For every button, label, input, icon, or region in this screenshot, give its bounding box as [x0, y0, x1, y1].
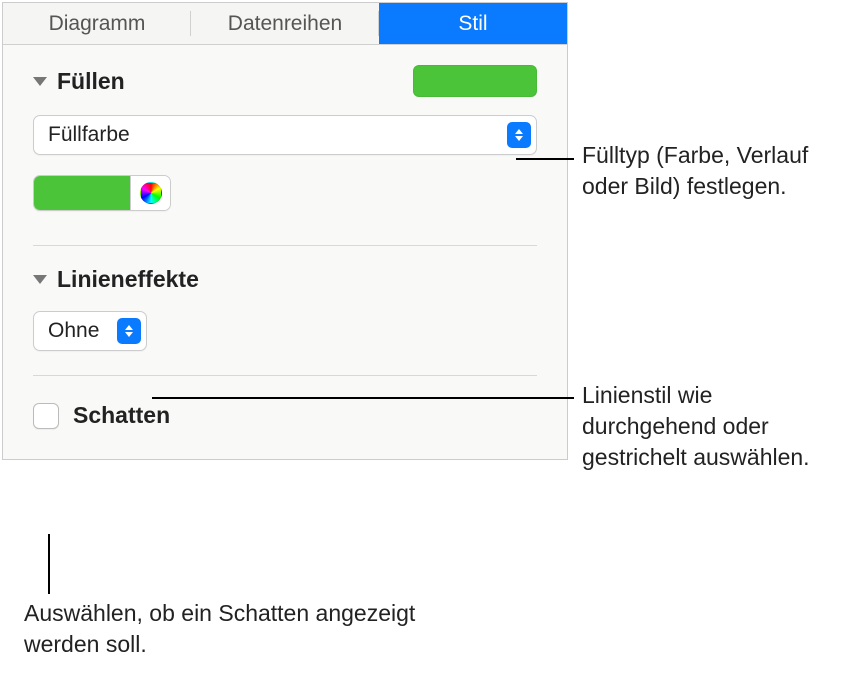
tab-diagram-label: Diagramm [49, 12, 146, 36]
fill-color-well-main[interactable] [34, 176, 130, 210]
chevron-down-icon[interactable] [33, 77, 47, 86]
fill-type-select-label: Füllfarbe [48, 123, 130, 147]
line-style-select-label: Ohne [48, 319, 99, 343]
tab-style-label: Stil [458, 12, 487, 36]
fill-type-annotation: Fülltyp (Farbe, Verlauf oder Bild) festl… [582, 140, 822, 202]
fill-color-well [33, 175, 171, 211]
line-style-select[interactable]: Ohne [33, 311, 147, 351]
line-effects-title: Linieneffekte [57, 266, 199, 293]
shadow-row: Schatten [3, 376, 567, 459]
fill-color-picker-button[interactable] [130, 176, 170, 210]
fill-section: Füllen Füllfarbe [3, 45, 567, 231]
fill-header-left: Füllen [33, 68, 125, 95]
tab-diagram[interactable]: Diagramm [3, 3, 191, 44]
chevron-down-icon[interactable] [33, 275, 47, 284]
shadow-label: Schatten [73, 402, 170, 429]
color-wheel-icon [140, 182, 162, 204]
line-effects-header-left: Linieneffekte [33, 266, 199, 293]
callout-line-vertical [48, 534, 50, 594]
tab-bar: Diagramm Datenreihen Stil [3, 3, 567, 45]
callout-line [516, 158, 574, 160]
line-effects-header: Linieneffekte [33, 266, 537, 293]
fill-section-header: Füllen [33, 65, 537, 97]
inspector-panel: Diagramm Datenreihen Stil Füllen Füllfar… [2, 2, 568, 460]
tab-dataseries[interactable]: Datenreihen [191, 3, 379, 44]
fill-color-swatch[interactable] [413, 65, 537, 97]
fill-color-well-row [33, 175, 537, 211]
callout-line [152, 397, 574, 399]
line-style-annotation: Linienstil wie durchgehend oder gestrich… [582, 380, 832, 473]
updown-arrows-icon [507, 122, 531, 148]
fill-title: Füllen [57, 68, 125, 95]
shadow-checkbox[interactable] [33, 403, 59, 429]
fill-type-select[interactable]: Füllfarbe [33, 115, 537, 155]
shadow-annotation: Auswählen, ob ein Schatten angezeigt wer… [24, 598, 424, 660]
tab-style[interactable]: Stil [379, 3, 567, 44]
line-effects-section: Linieneffekte Ohne [3, 246, 567, 361]
tab-dataseries-label: Datenreihen [228, 12, 342, 36]
updown-arrows-icon [117, 318, 141, 344]
